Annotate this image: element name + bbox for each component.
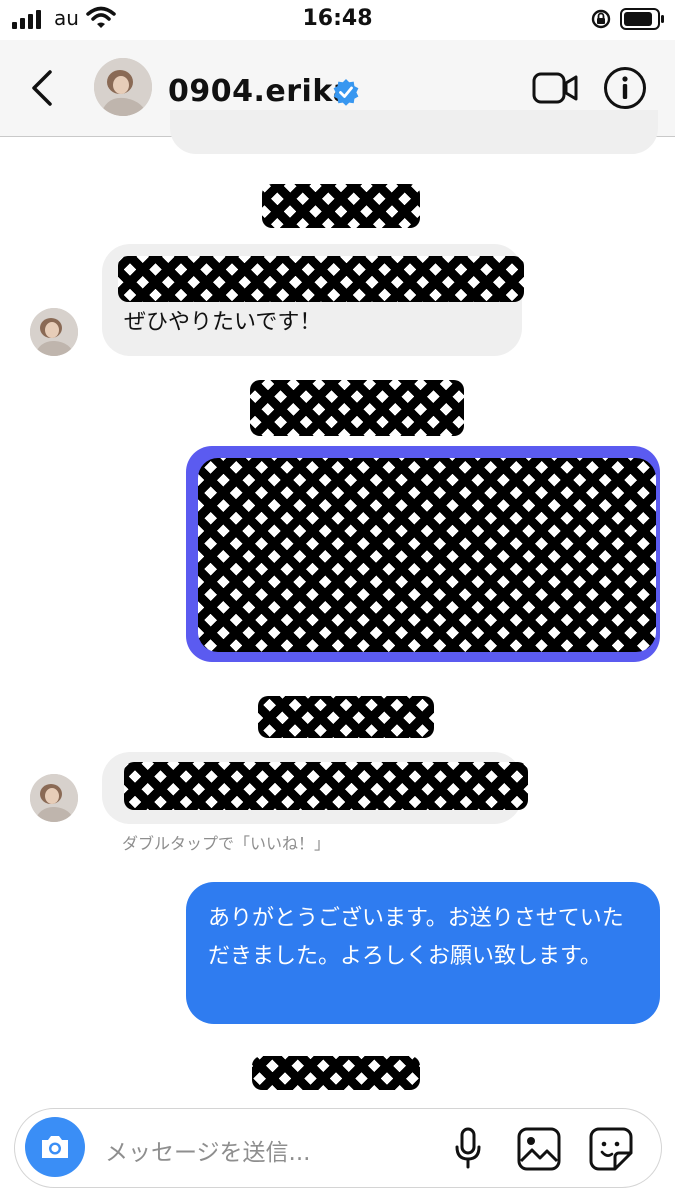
video-call-icon[interactable] — [532, 70, 578, 106]
message-composer: メッセージを送信... — [14, 1108, 662, 1188]
message-text: ぜひやりたいです！ — [124, 310, 322, 335]
header-avatar[interactable] — [94, 58, 152, 116]
status-time: 16:48 — [302, 6, 373, 31]
battery-icon — [620, 8, 664, 30]
header-username[interactable]: 0904.erika — [168, 74, 354, 109]
outgoing-message-bubble[interactable]: ありがとうございます。お送りさせていただきました。よろしくお願い致します。 — [186, 882, 660, 1024]
sender-avatar[interactable] — [30, 308, 78, 356]
redacted-text — [124, 762, 528, 810]
redacted-timestamp — [250, 380, 464, 436]
verified-badge-icon — [333, 79, 359, 106]
gallery-icon[interactable] — [517, 1127, 561, 1171]
sticker-icon[interactable] — [589, 1127, 633, 1171]
rotation-lock-icon — [591, 9, 611, 29]
info-icon[interactable] — [603, 66, 647, 110]
message-input[interactable]: メッセージを送信... — [105, 1133, 310, 1167]
redacted-text — [118, 256, 524, 302]
microphone-icon[interactable] — [453, 1127, 483, 1171]
camera-icon — [42, 1136, 68, 1158]
back-chevron-icon[interactable] — [28, 68, 56, 108]
redacted-text — [198, 458, 656, 652]
incoming-message-bubble[interactable]: ぜひやりたいです！ — [102, 244, 524, 356]
camera-button[interactable] — [25, 1117, 85, 1177]
redacted-timestamp — [262, 184, 420, 228]
message-text: ありがとうございます。お送りさせていただきました。よろしくお願い致します。 — [208, 906, 624, 969]
sender-avatar[interactable] — [30, 774, 78, 822]
redacted-timestamp — [258, 696, 434, 738]
outgoing-message-bubble[interactable] — [186, 446, 660, 662]
double-tap-like-hint: ダブルタップで「いいね！」 — [122, 834, 331, 853]
redacted-timestamp — [252, 1056, 420, 1090]
incoming-message-bubble[interactable] — [102, 752, 528, 824]
previous-message-bubble — [170, 110, 658, 154]
status-bar: au 16:48 — [0, 0, 675, 40]
